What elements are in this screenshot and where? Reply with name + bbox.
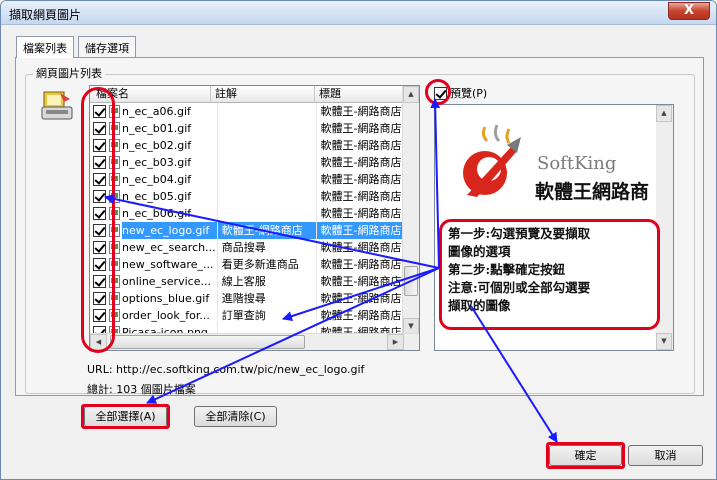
tab-file-list[interactable]: 檔案列表 <box>16 36 74 58</box>
arrow-to-list-row <box>282 267 440 321</box>
arrow-to-preview-checkbox <box>430 98 441 269</box>
dialog-window: 擷取網頁圖片 X 檔案列表 儲存選項 網頁圖片列表 檔案名 註解 標題 n_ec… <box>0 0 717 480</box>
arrow-to-select-all <box>146 267 440 404</box>
annotation-arrows <box>104 98 558 443</box>
arrow-to-checkboxes <box>104 193 440 269</box>
arrow-to-ok-button <box>470 305 558 443</box>
